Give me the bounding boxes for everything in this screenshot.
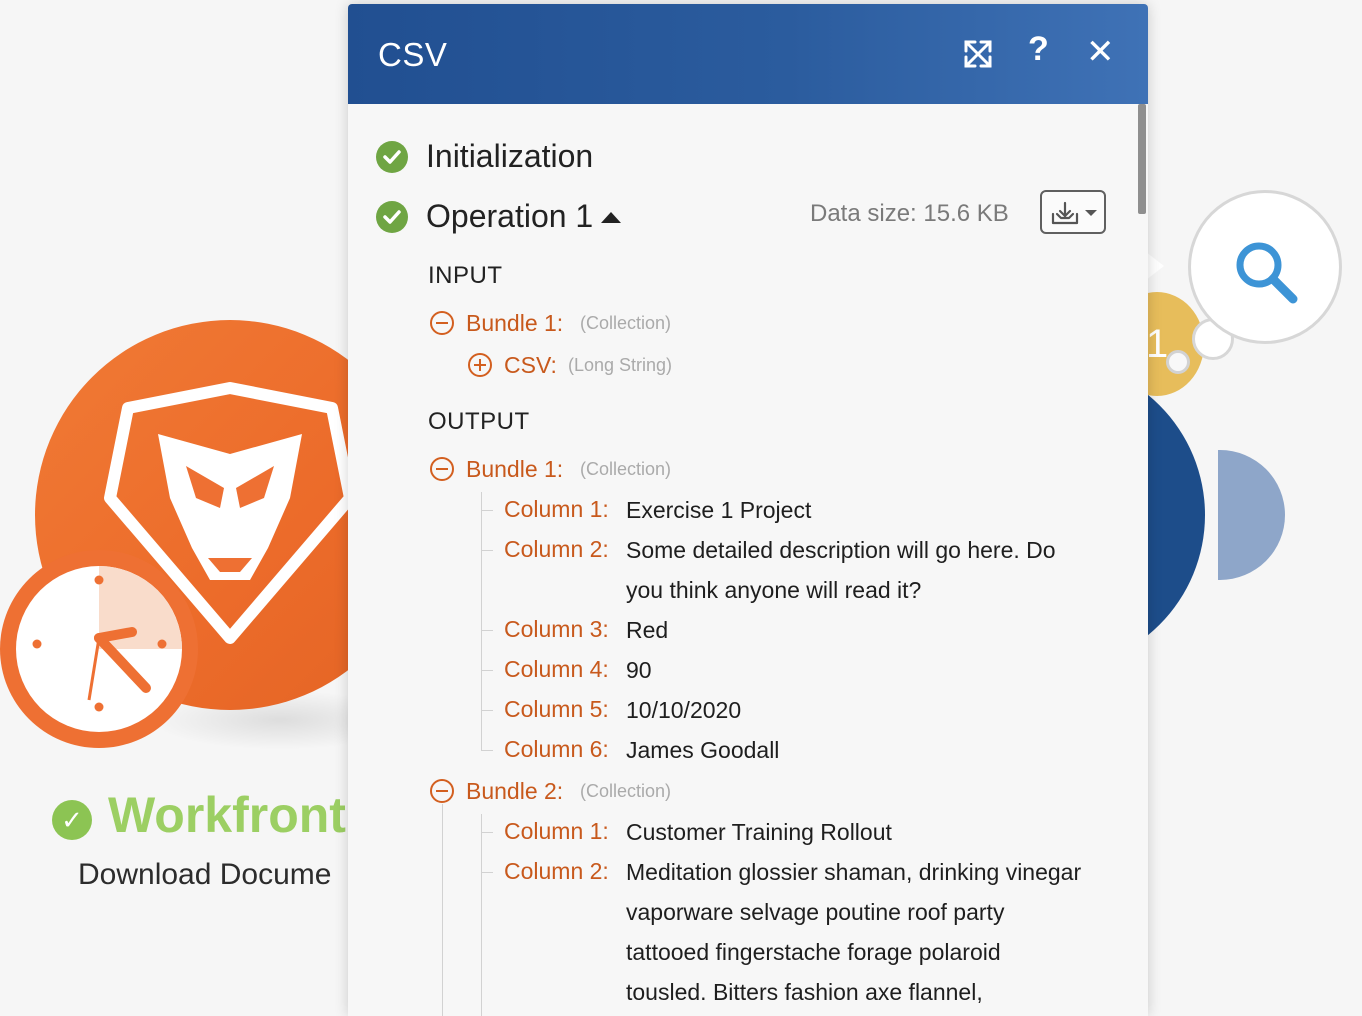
bubble-connector-dot-small bbox=[1166, 350, 1190, 374]
column-value: 10/10/2020 bbox=[626, 697, 742, 723]
check-circle-icon bbox=[376, 141, 408, 173]
column-value: tousled. Bitters fashion axe flannel, bbox=[626, 979, 983, 1005]
bubble-pointer bbox=[1146, 252, 1164, 280]
tree-branch bbox=[481, 630, 493, 631]
tree-line bbox=[442, 804, 443, 1016]
dialog-title: CSV bbox=[378, 36, 448, 73]
column-value: Red bbox=[626, 617, 669, 643]
output-bundle-1-key[interactable]: Bundle 1: bbox=[466, 456, 563, 483]
tree-branch bbox=[481, 750, 493, 751]
data-size-label: Data size: 15.6 KB bbox=[810, 200, 1009, 227]
scrollbar-thumb[interactable] bbox=[1138, 104, 1146, 214]
minus-circle-icon[interactable] bbox=[430, 311, 454, 335]
next-module[interactable] bbox=[1218, 450, 1285, 580]
column-value: 90 bbox=[626, 657, 652, 683]
column-value: Meditation glossier shaman, drinking vin… bbox=[626, 859, 1082, 885]
scrollbar[interactable] bbox=[1136, 104, 1148, 1016]
column-value: Some detailed description will go here. … bbox=[626, 537, 1056, 563]
plus-circle-icon[interactable] bbox=[468, 353, 492, 377]
tree-branch bbox=[481, 510, 493, 511]
initialization-step[interactable]: Initialization bbox=[426, 138, 593, 175]
input-section-label: INPUT bbox=[428, 262, 503, 289]
clock-icon bbox=[16, 566, 182, 732]
column-key: Column 5: bbox=[504, 696, 609, 722]
column-value: you think anyone will read it? bbox=[626, 577, 922, 603]
operation-step[interactable]: Operation 1 bbox=[426, 198, 593, 235]
column-value: tattooed fingerstache forage polaroid bbox=[626, 939, 1001, 965]
column-key: Column 1: bbox=[504, 818, 609, 844]
column-key: Column 4: bbox=[504, 656, 609, 682]
operations-count: 1 bbox=[1146, 322, 1169, 366]
column-key: Column 2: bbox=[504, 536, 609, 562]
input-bundle-1-type: (Collection) bbox=[580, 313, 672, 333]
input-bundle-1-key[interactable]: Bundle 1: bbox=[466, 310, 563, 337]
column-value: James Goodall bbox=[626, 737, 780, 763]
expand-arrows-icon[interactable] bbox=[958, 34, 998, 74]
tree-branch bbox=[481, 872, 493, 873]
tree-line bbox=[481, 814, 482, 1016]
input-csv-type: (Long String) bbox=[568, 355, 673, 375]
output-inspector-dialog: CSV ? ✕ Initialization Operation 1 Data … bbox=[348, 4, 1148, 1016]
dialog-header: CSV ? ✕ bbox=[348, 4, 1148, 104]
output-bundle-2-key[interactable]: Bundle 2: bbox=[466, 778, 563, 805]
input-csv-key[interactable]: CSV: bbox=[504, 352, 557, 379]
column-value: Exercise 1 Project bbox=[626, 497, 812, 523]
tree-branch bbox=[481, 670, 493, 671]
tree-branch bbox=[481, 550, 493, 551]
output-bundle-1-type: (Collection) bbox=[580, 459, 672, 479]
module-app-name: Workfront bbox=[108, 787, 346, 843]
caret-up-icon[interactable] bbox=[601, 212, 621, 223]
minus-circle-icon[interactable] bbox=[430, 457, 454, 481]
output-section-label: OUTPUT bbox=[428, 408, 530, 435]
inspector-bubble[interactable] bbox=[1188, 190, 1342, 344]
download-icon bbox=[1051, 201, 1079, 225]
check-circle-icon bbox=[376, 201, 408, 233]
tree-line bbox=[481, 492, 482, 750]
tree-branch bbox=[481, 832, 493, 833]
column-key: Column 1: bbox=[504, 496, 609, 522]
tree-branch bbox=[481, 710, 493, 711]
module-action-name: Download Docume bbox=[78, 858, 332, 891]
column-key: Column 3: bbox=[504, 616, 609, 642]
download-dropdown-button[interactable] bbox=[1040, 190, 1106, 234]
column-value: Customer Training Rollout bbox=[626, 819, 892, 845]
question-mark-icon[interactable]: ? bbox=[1028, 30, 1049, 69]
output-bundle-2-type: (Collection) bbox=[580, 781, 672, 801]
column-key: Column 6: bbox=[504, 736, 609, 762]
column-key: Column 2: bbox=[504, 858, 609, 884]
magnifier-icon bbox=[1236, 242, 1298, 304]
chevron-down-icon bbox=[1085, 210, 1097, 216]
minus-circle-icon[interactable] bbox=[430, 779, 454, 803]
success-check-icon: ✓ bbox=[52, 800, 92, 840]
column-value: vaporware selvage poutine roof party bbox=[626, 899, 1005, 925]
close-icon[interactable]: ✕ bbox=[1086, 32, 1115, 72]
